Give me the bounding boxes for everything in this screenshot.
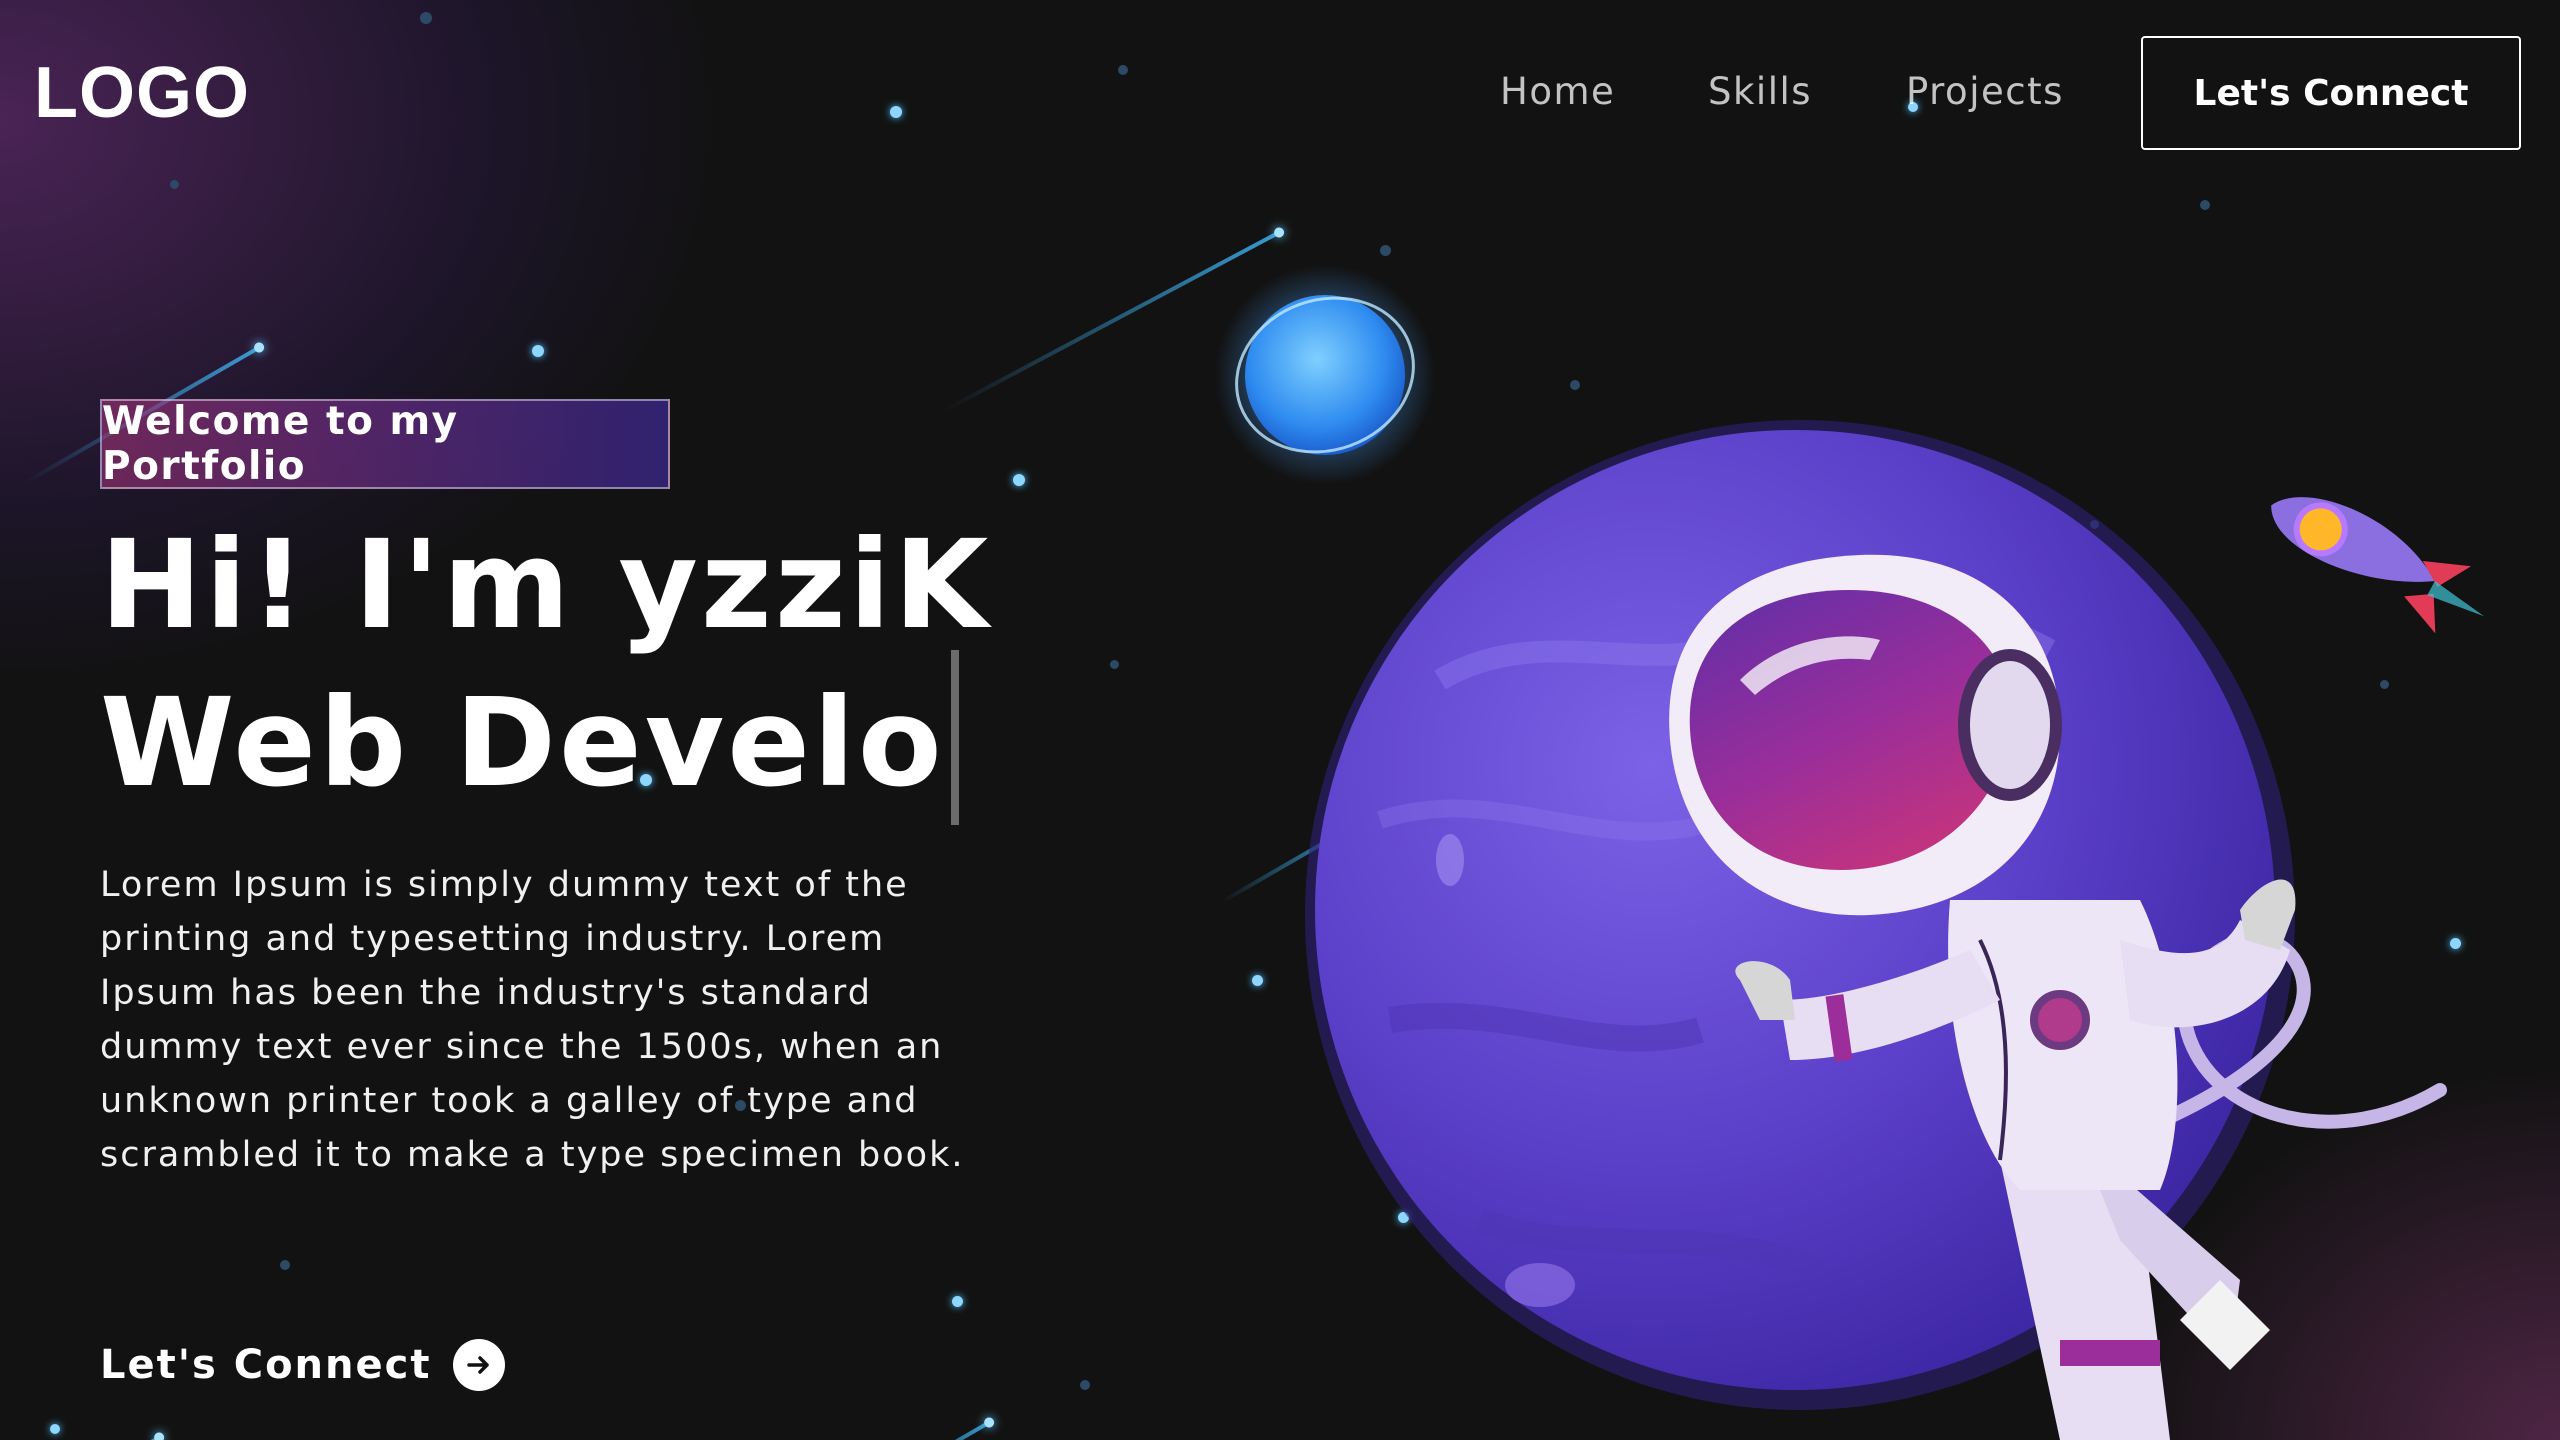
rocket <box>2271 497 2485 634</box>
glowing-moon <box>1215 265 1435 485</box>
lets-connect-cta[interactable]: Let's Connect <box>100 1335 506 1395</box>
dust <box>2200 200 2210 210</box>
space-illustration <box>1215 265 2485 1440</box>
dust <box>1080 1380 1090 1390</box>
logo[interactable]: LOGO <box>34 52 250 134</box>
arrow-right-circle-icon <box>453 1339 506 1391</box>
star <box>50 1424 60 1434</box>
dust <box>1380 245 1391 256</box>
dust <box>1110 660 1119 669</box>
cta-label: Let's Connect <box>100 1342 432 1388</box>
hero-description: Lorem Ipsum is simply dummy text of the … <box>100 865 965 1175</box>
meteor <box>876 1420 991 1440</box>
welcome-tagline: Welcome to my Portfolio <box>100 399 670 489</box>
headline-line-1: Hi! I'm yzziK <box>100 514 992 656</box>
nav-link-home[interactable]: Home <box>1500 70 1615 113</box>
hero-headline: Hi! I'm yzziK Web Develo <box>100 514 992 825</box>
typing-cursor <box>950 650 959 825</box>
star <box>532 345 544 357</box>
nav-link-skills[interactable]: Skills <box>1708 70 1812 113</box>
dust <box>280 1260 290 1270</box>
headline-line-2: Web Develo <box>100 650 991 825</box>
headline-line-2-text: Web Develo <box>100 672 945 814</box>
meteor <box>72 1435 161 1440</box>
lets-connect-button[interactable]: Let's Connect <box>2141 36 2521 150</box>
nav-link-projects[interactable]: Projects <box>1906 70 2064 113</box>
navbar: LOGO Home Skills Projects Let's Connect <box>0 0 2560 190</box>
star <box>1013 474 1025 486</box>
star <box>952 1296 963 1307</box>
